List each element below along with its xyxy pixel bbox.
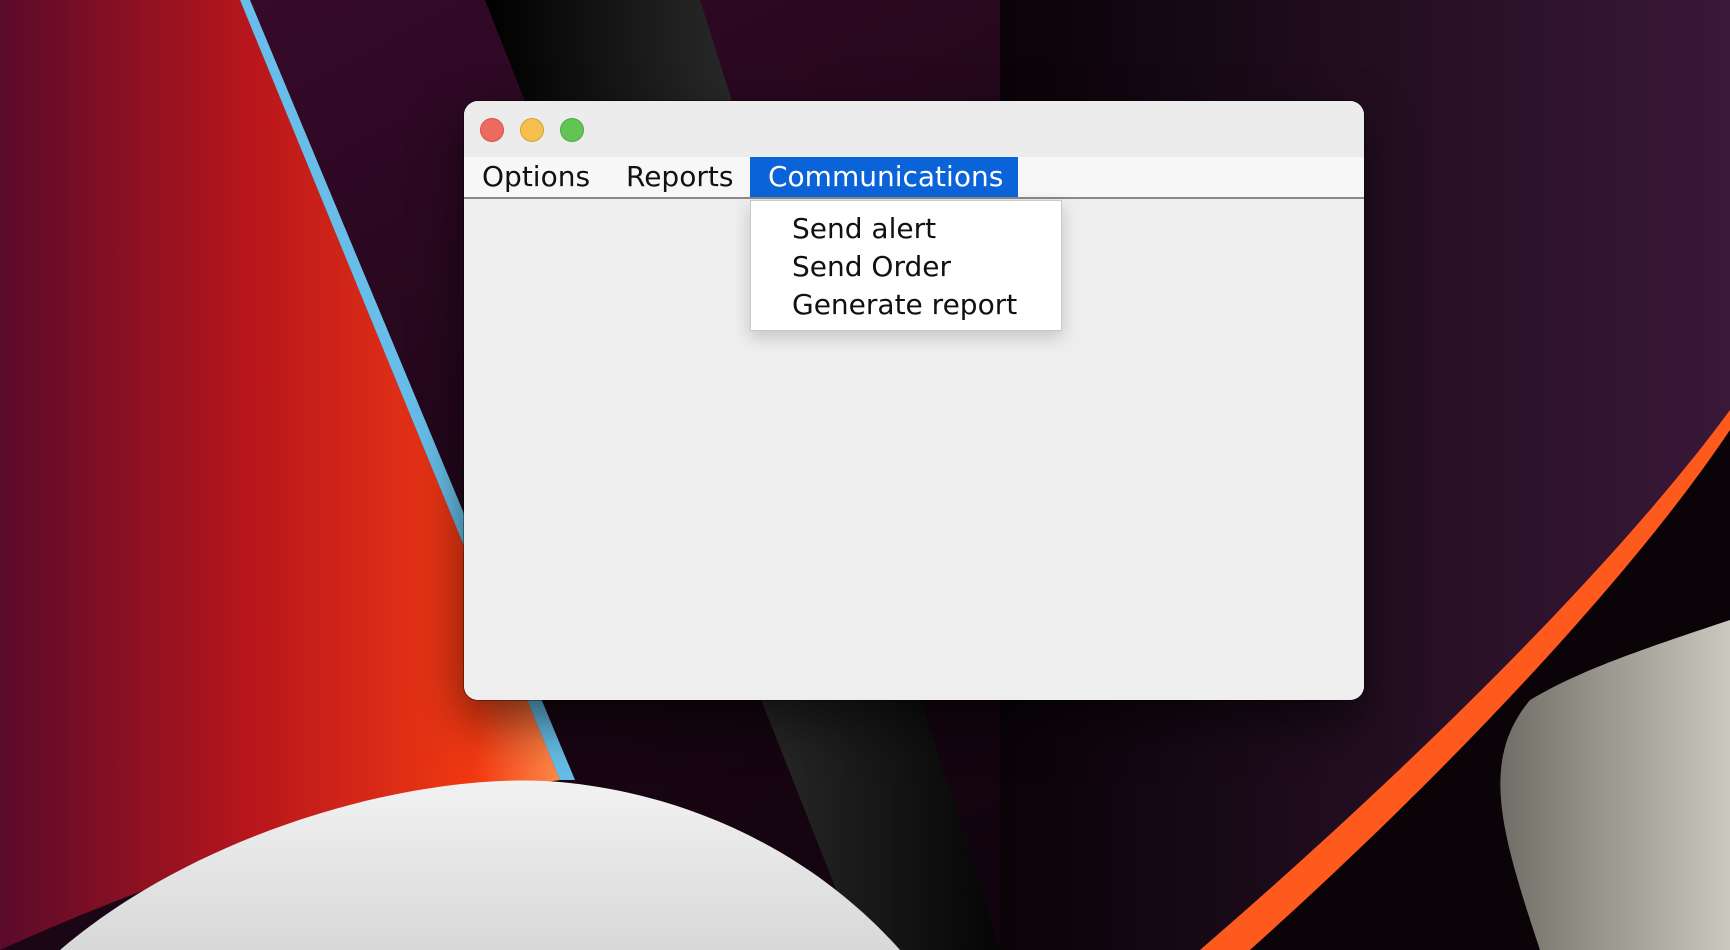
title-bar <box>464 101 1364 157</box>
menu-item-send-alert[interactable]: Send alert <box>792 210 936 248</box>
desktop: Options Reports Communications Send aler… <box>0 0 1730 950</box>
menu-item-send-order[interactable]: Send Order <box>792 248 951 286</box>
menu-options[interactable]: Options <box>464 157 608 197</box>
menu-bar: Options Reports Communications <box>464 157 1364 199</box>
menu-item-generate-report[interactable]: Generate report <box>792 286 1017 324</box>
minimize-window-button[interactable] <box>520 118 544 142</box>
zoom-window-button[interactable] <box>560 118 584 142</box>
menu-reports[interactable]: Reports <box>608 157 751 197</box>
communications-dropdown-menu: Send alert Send Order Generate report <box>750 200 1062 331</box>
app-window: Options Reports Communications <box>464 101 1364 700</box>
close-window-button[interactable] <box>480 118 504 142</box>
menu-communications[interactable]: Communications <box>750 157 1018 197</box>
